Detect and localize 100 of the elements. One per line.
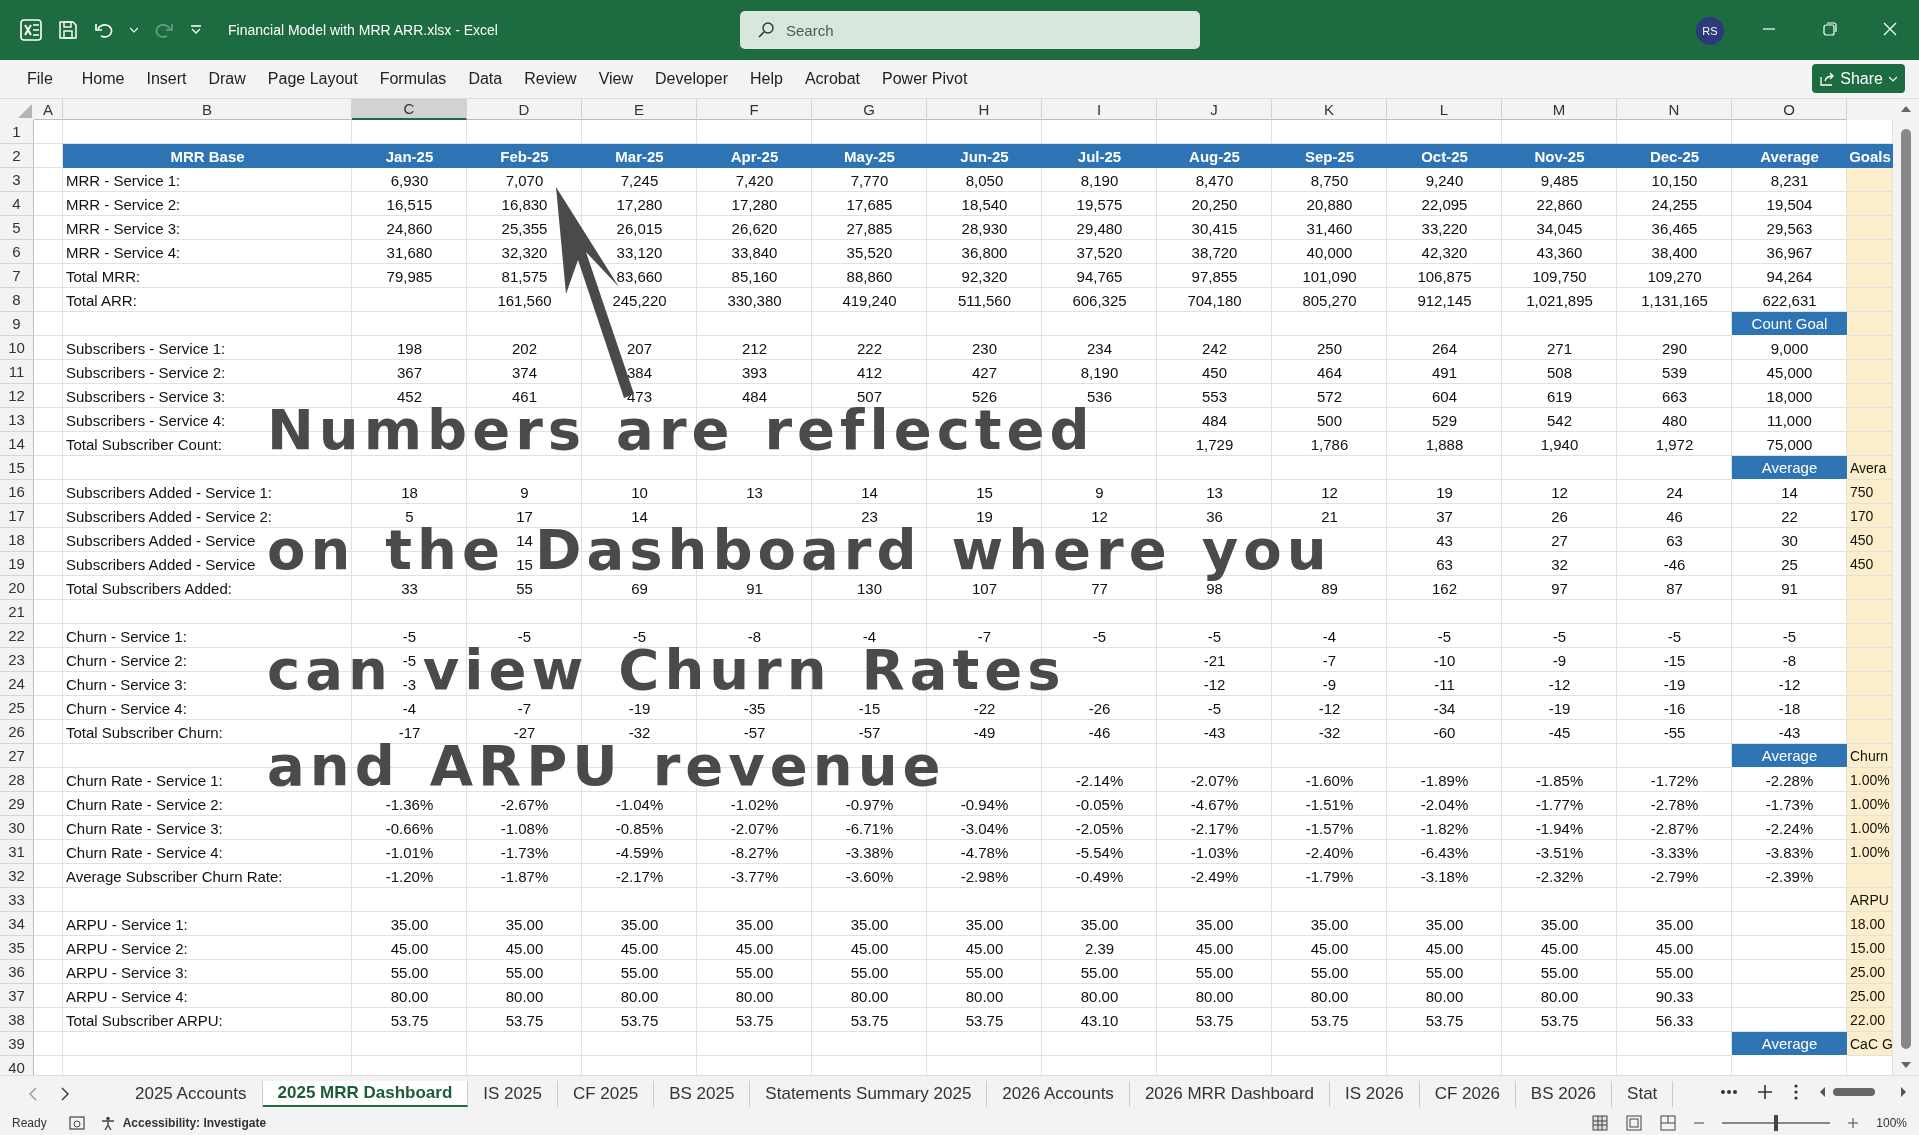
row-header[interactable]: 6: [0, 240, 34, 264]
column-header[interactable]: O: [1732, 99, 1847, 120]
menu-tab[interactable]: Review: [524, 70, 577, 88]
table-cell-text: 161,560: [496, 290, 553, 311]
table-cell-text: 45.00: [1309, 938, 1350, 959]
sheet-tab[interactable]: 2026 Accounts: [987, 1080, 1130, 1107]
table-cell-text: -12: [1547, 674, 1572, 695]
row-header[interactable]: 5: [0, 216, 34, 240]
column-header[interactable]: E: [582, 99, 697, 120]
sheet-tab[interactable]: CF 2026: [1419, 1080, 1516, 1107]
row-header[interactable]: 21: [0, 600, 34, 624]
column-header[interactable]: M: [1502, 99, 1617, 120]
row-header[interactable]: 13: [0, 408, 34, 432]
table-cell-text: 17,280: [730, 194, 779, 215]
table-cell-text: 9,000: [1769, 338, 1810, 359]
menu-tab[interactable]: Developer: [655, 70, 728, 88]
sheet-tab[interactable]: 2026 MRR Dashboard: [1129, 1080, 1331, 1107]
menu-tab[interactable]: Insert: [146, 70, 187, 88]
row-header[interactable]: 28: [0, 768, 34, 792]
column-header[interactable]: F: [697, 99, 812, 120]
table-cell-text: 53.75: [1194, 1010, 1235, 1031]
zoom-level[interactable]: 100%: [1876, 1116, 1907, 1130]
row-header[interactable]: 7: [0, 264, 34, 288]
column-header[interactable]: J: [1157, 99, 1272, 120]
menu-tab[interactable]: Formulas: [379, 70, 447, 88]
column-header[interactable]: D: [467, 99, 582, 120]
row-header[interactable]: 18: [0, 528, 34, 552]
row-header[interactable]: 25: [0, 696, 34, 720]
row-header[interactable]: 24: [0, 672, 34, 696]
sheet-tab[interactable]: Statements Summary 2025: [750, 1080, 988, 1107]
row-header[interactable]: 35: [0, 936, 34, 960]
sheet-tab[interactable]: 2025 Accounts: [120, 1080, 263, 1107]
row-header[interactable]: 38: [0, 1008, 34, 1032]
row-header[interactable]: 3: [0, 168, 34, 192]
row-header[interactable]: 23: [0, 648, 34, 672]
table-cell-text: -5: [1091, 626, 1108, 647]
menu-tab[interactable]: Power Pivot: [882, 70, 968, 88]
table-cell-text: 10,150: [1650, 170, 1699, 191]
row-header[interactable]: 9: [0, 312, 34, 336]
sheet-tab[interactable]: 2025 MRR Dashboard: [262, 1080, 469, 1107]
row-header[interactable]: 34: [0, 912, 34, 936]
menu-tab[interactable]: View: [598, 70, 634, 88]
table-cell-text: 622,631: [1761, 290, 1818, 311]
row-header[interactable]: 10: [0, 336, 34, 360]
row-header[interactable]: 8: [0, 288, 34, 312]
column-header[interactable]: B: [63, 99, 352, 120]
column-header[interactable]: C: [352, 99, 467, 120]
table-cell-text: 45.00: [1539, 938, 1580, 959]
table-cell-text: 45,000: [1765, 362, 1814, 383]
row-header[interactable]: 11: [0, 360, 34, 384]
user-avatar[interactable]: RS: [1696, 17, 1724, 45]
menu-tab[interactable]: Home: [81, 70, 125, 88]
menu-tab[interactable]: Help: [749, 70, 783, 88]
row-header[interactable]: 39: [0, 1032, 34, 1056]
table-cell-text: -5: [401, 626, 418, 647]
column-header[interactable]: I: [1042, 99, 1157, 120]
menu-tab[interactable]: Data: [468, 70, 503, 88]
row-header[interactable]: 14: [0, 432, 34, 456]
row-header[interactable]: 30: [0, 816, 34, 840]
menu-tab[interactable]: Draw: [208, 70, 246, 88]
sheet-tab[interactable]: IS 2025: [468, 1080, 558, 1107]
column-header[interactable]: K: [1272, 99, 1387, 120]
row-header[interactable]: 22: [0, 624, 34, 648]
table-cell-text: 45.00: [964, 938, 1005, 959]
column-header[interactable]: A: [34, 99, 63, 120]
row-header[interactable]: 32: [0, 864, 34, 888]
search-field[interactable]: Search: [740, 11, 1200, 49]
row-header[interactable]: 20: [0, 576, 34, 600]
row-header[interactable]: 27: [0, 744, 34, 768]
row-header[interactable]: 17: [0, 504, 34, 528]
column-header[interactable]: N: [1617, 99, 1732, 120]
column-header[interactable]: H: [927, 99, 1042, 120]
row-header[interactable]: 33: [0, 888, 34, 912]
column-header[interactable]: G: [812, 99, 927, 120]
sheet-tab[interactable]: IS 2026: [1330, 1080, 1420, 1107]
row-header[interactable]: 1: [0, 120, 34, 144]
menu-tab[interactable]: File: [27, 70, 53, 88]
accessibility-status[interactable]: Accessibility: Investigate: [122, 1116, 267, 1130]
share-button[interactable]: Share: [1812, 64, 1905, 93]
row-header[interactable]: 36: [0, 960, 34, 984]
menu-tab[interactable]: Acrobat: [804, 70, 860, 88]
row-header[interactable]: 16: [0, 480, 34, 504]
sheet-tab[interactable]: CF 2025: [557, 1080, 655, 1107]
sheet-tab[interactable]: BS 2025: [654, 1080, 751, 1107]
row-header[interactable]: 19: [0, 552, 34, 576]
row-header[interactable]: 4: [0, 192, 34, 216]
sheet-tab[interactable]: BS 2026: [1515, 1080, 1613, 1107]
column-header[interactable]: L: [1387, 99, 1502, 120]
table-cell-text: -1.03%: [1189, 842, 1240, 863]
row-header[interactable]: 31: [0, 840, 34, 864]
row-header[interactable]: 26: [0, 720, 34, 744]
row-header[interactable]: 2: [0, 144, 34, 168]
row-header[interactable]: 40: [0, 1056, 34, 1075]
table-cell-text: 8,750: [1309, 170, 1350, 191]
row-header[interactable]: 29: [0, 792, 34, 816]
menu-tab[interactable]: Page Layout: [267, 70, 358, 88]
sheet-tab[interactable]: Stat: [1612, 1080, 1674, 1107]
row-header[interactable]: 37: [0, 984, 34, 1008]
row-header[interactable]: 15: [0, 456, 34, 480]
row-header[interactable]: 12: [0, 384, 34, 408]
